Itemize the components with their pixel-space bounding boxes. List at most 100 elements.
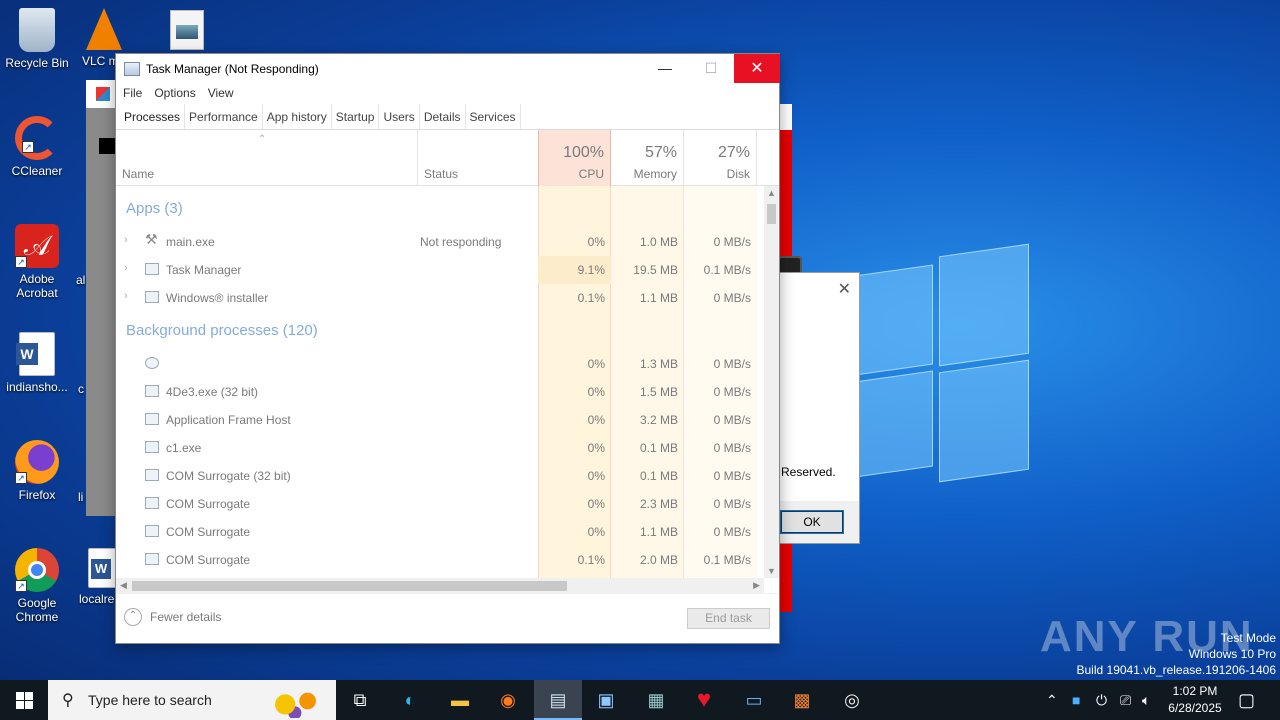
clock-time: 1:02 PM — [1172, 684, 1218, 698]
firefox-icon[interactable]: ◉ — [484, 680, 532, 720]
menu-options[interactable]: Options — [154, 84, 195, 104]
window-title: Task Manager (Not Responding) — [146, 62, 319, 76]
scrollbar-thumb[interactable] — [767, 204, 776, 224]
task-manager-window[interactable]: Task Manager (Not Responding) — ☐ ✕ File… — [115, 53, 780, 644]
desktop-icon-firefox[interactable]: ↗ Firefox — [1, 440, 73, 502]
ccleaner-taskbar-icon[interactable]: ◎ — [828, 680, 876, 720]
task-manager-icon — [145, 263, 159, 275]
expand-chevron-icon[interactable]: › — [124, 290, 128, 302]
close-icon[interactable]: ✕ — [838, 279, 851, 299]
power-icon[interactable]: ⏻ — [1096, 680, 1107, 720]
task-manager-taskbar-icon[interactable]: ▤ — [534, 680, 582, 720]
clock-date: 6/28/2025 — [1168, 701, 1222, 715]
installer-taskbar-icon[interactable]: ▦ — [632, 680, 680, 720]
desktop-icon-adobe-acrobat[interactable]: 𝒜 ↗ Adobe Acrobat — [1, 224, 73, 300]
chevron-up-icon[interactable]: ⌃ — [1046, 680, 1058, 720]
fewer-details-button[interactable]: ⌃ Fewer details — [124, 608, 221, 626]
desktop-icon-google-chrome[interactable]: ↗ Google Chrome — [1, 548, 73, 624]
table-row[interactable]: › Windows® installer 0.1% 1.1 MB 0 MB/s — [116, 284, 764, 312]
process-list[interactable]: Apps (3) › ⚒ main.exe Not responding 0% … — [116, 186, 764, 578]
maximize-button[interactable]: ☐ — [688, 54, 734, 83]
acrobat-icon: 𝒜 ↗ — [15, 224, 59, 268]
table-row[interactable]: › Task Manager 9.1% 19.5 MB 0.1 MB/s — [116, 256, 764, 284]
title-bar[interactable]: Task Manager (Not Responding) — ☐ ✕ — [116, 54, 780, 84]
desktop-icon-partial-al[interactable]: al — [76, 273, 96, 287]
end-task-button[interactable]: End task — [687, 608, 770, 629]
expand-chevron-icon[interactable]: › — [124, 234, 128, 246]
table-row[interactable]: COM Surrogate (32 bit) 0% 0.1 MB 0 MB/s — [116, 462, 764, 490]
window-app-icon[interactable]: ▣ — [582, 680, 630, 720]
table-row[interactable]: 0% 1.3 MB 0 MB/s — [116, 350, 764, 378]
table-row[interactable]: 4De3.exe (32 bit) 0% 1.5 MB 0 MB/s — [116, 378, 764, 406]
column-memory[interactable]: 57% Memory — [611, 130, 684, 186]
table-row[interactable]: c1.exe 0% 0.1 MB 0 MB/s — [116, 434, 764, 462]
tab-startup[interactable]: Startup — [332, 104, 380, 129]
vlc-cone-icon — [86, 8, 122, 50]
flowers-illustration — [266, 684, 330, 718]
desktop-icon-ccleaner[interactable]: ↗ CCleaner — [1, 116, 73, 178]
tab-app-history[interactable]: App history — [263, 104, 332, 129]
tab-users[interactable]: Users — [379, 104, 420, 129]
scroll-left-icon[interactable]: ◀ — [120, 580, 127, 591]
chevron-up-icon: ⌃ — [124, 608, 142, 626]
minimize-button[interactable]: — — [642, 54, 688, 83]
process-icon — [145, 497, 159, 509]
memory-total: 57% — [644, 144, 677, 161]
desktop-icon-word-doc[interactable]: W indiansho... — [1, 332, 73, 394]
search-box[interactable]: ⚲ Type here to search — [48, 680, 336, 720]
tab-details[interactable]: Details — [420, 104, 466, 129]
expand-chevron-icon[interactable]: › — [124, 262, 128, 274]
notification-icon[interactable]: ▢ — [1238, 680, 1255, 720]
shortcut-arrow-icon: ↗ — [22, 141, 34, 153]
ok-button[interactable]: OK — [780, 510, 844, 534]
scroll-up-icon[interactable]: ▲ — [767, 188, 776, 198]
tray-app-icon[interactable]: ■ — [1072, 680, 1080, 720]
table-row[interactable]: COM Surrogate 0.1% 2.0 MB 0.1 MB/s — [116, 546, 764, 574]
disk-total: 27% — [717, 144, 750, 161]
start-button[interactable] — [0, 680, 48, 720]
scroll-right-icon[interactable]: ▶ — [753, 580, 760, 591]
network-icon[interactable]: ⎚ — [1120, 680, 1131, 720]
table-row[interactable]: › ⚒ main.exe Not responding 0% 1.0 MB 0 … — [116, 228, 764, 256]
menu-view[interactable]: View — [208, 84, 234, 104]
volume-icon[interactable]: 🔈︎ — [1142, 680, 1150, 720]
window-app-icon[interactable]: ▭ — [730, 680, 778, 720]
heart-icon[interactable]: ♥ — [680, 680, 728, 720]
tab-services[interactable]: Services — [466, 104, 521, 129]
shortcut-arrow-icon: ↗ — [15, 472, 27, 484]
table-row[interactable]: COM Surrogate 0% 1.1 MB 0 MB/s — [116, 518, 764, 546]
black-square — [99, 138, 115, 154]
edge-icon[interactable]: ◐ — [386, 680, 434, 720]
process-icon — [145, 469, 159, 481]
hammer-icon: ⚒ — [145, 231, 158, 247]
column-cpu[interactable]: 100% CPU — [538, 130, 611, 186]
table-row[interactable]: Application Frame Host 0% 3.2 MB 0 MB/s — [116, 406, 764, 434]
dialog-footer: OK — [779, 501, 859, 543]
menu-file[interactable]: File — [123, 84, 142, 104]
tab-processes[interactable]: Processes — [120, 104, 186, 129]
column-disk[interactable]: 27% Disk — [684, 130, 757, 186]
about-dialog[interactable]: ✕ Reserved. OK — [778, 272, 860, 544]
table-row[interactable]: COM Surrogate 0% 2.3 MB 0 MB/s — [116, 490, 764, 518]
scrollbar-thumb[interactable] — [132, 581, 567, 591]
group-apps: Apps (3) — [126, 200, 183, 217]
desktop-icon-partial-li[interactable]: li — [78, 490, 98, 504]
wallpaper-logo — [855, 240, 1030, 483]
footer: ⌃ Fewer details End task — [116, 593, 779, 643]
cpu-total: 100% — [563, 144, 604, 161]
close-button[interactable]: ✕ — [734, 54, 780, 83]
task-view-icon[interactable]: ⧉ — [336, 680, 384, 720]
file-explorer-icon[interactable]: ▬ — [436, 680, 484, 720]
colorful-app-icon[interactable]: ▩ — [778, 680, 826, 720]
desktop-icon-recycle-bin[interactable]: Recycle Bin — [1, 8, 73, 70]
tab-performance[interactable]: Performance — [185, 104, 263, 129]
vertical-scrollbar[interactable]: ▲ ▼ — [764, 186, 779, 578]
desktop-icon-partial-c[interactable]: c — [78, 382, 98, 396]
image-file-icon[interactable] — [170, 10, 204, 50]
scroll-down-icon[interactable]: ▼ — [767, 566, 776, 576]
clock[interactable]: 1:02 PM 6/28/2025 — [1160, 683, 1230, 717]
horizontal-scrollbar[interactable]: ◀ ▶ — [116, 578, 764, 594]
search-placeholder: Type here to search — [88, 692, 212, 708]
column-name[interactable]: Name — [116, 130, 418, 186]
column-status[interactable]: Status — [418, 130, 538, 186]
